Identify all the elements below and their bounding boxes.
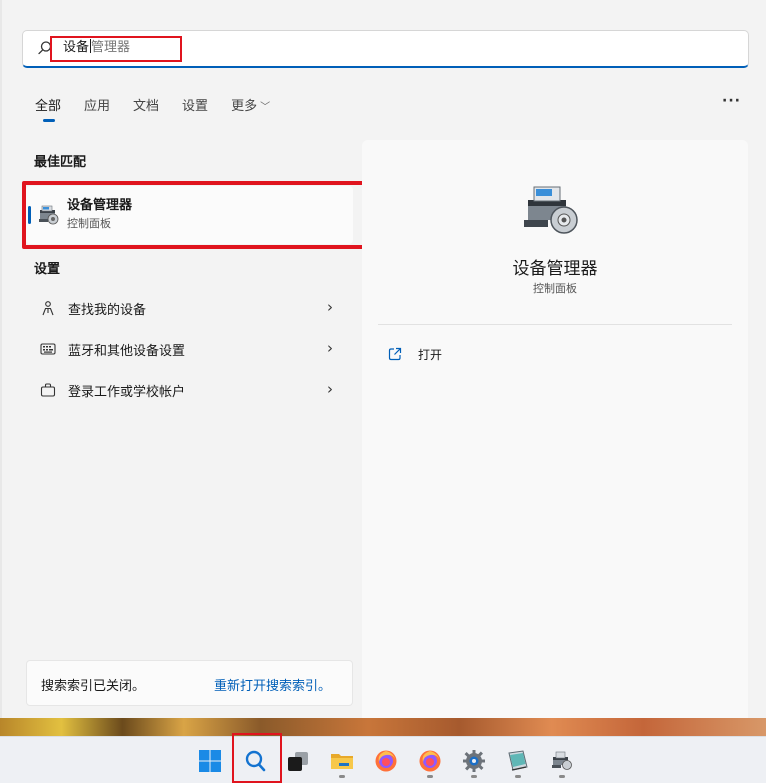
firefox-icon xyxy=(419,750,441,772)
running-indicator xyxy=(559,775,565,778)
taskbar xyxy=(0,736,766,783)
reopen-index-link[interactable]: 重新打开搜索索引。 xyxy=(214,675,331,694)
firefox-button[interactable] xyxy=(368,743,404,779)
tab-settings[interactable]: 设置 xyxy=(182,95,208,115)
setting-bluetooth-devices[interactable]: 蓝牙和其他设备设置 › xyxy=(26,331,353,367)
desktop-wallpaper xyxy=(0,718,766,736)
setting-label: 蓝牙和其他设备设置 xyxy=(68,344,186,359)
setting-work-school-account[interactable]: 登录工作或学校帐户 › xyxy=(26,372,353,408)
detail-subtitle: 控制面板 xyxy=(533,282,577,295)
detail-title: 设备管理器 xyxy=(512,259,598,279)
panel-edge xyxy=(0,0,2,720)
open-action[interactable]: 打开 xyxy=(388,345,588,367)
file-explorer-icon xyxy=(331,754,353,769)
briefcase-icon xyxy=(40,383,56,397)
running-indicator xyxy=(427,775,433,778)
settings-button[interactable] xyxy=(456,743,492,779)
search-highlight-box xyxy=(50,36,182,62)
setting-label: 登录工作或学校帐户 xyxy=(68,385,186,400)
tab-more-label: 更多 xyxy=(231,99,258,114)
notepad-icon xyxy=(508,750,528,771)
detail-divider xyxy=(378,324,732,325)
running-indicator xyxy=(339,775,345,778)
start-button[interactable] xyxy=(192,743,228,779)
tab-more[interactable]: 更多 ﹀ xyxy=(231,95,270,115)
notepad-button[interactable] xyxy=(500,743,536,779)
best-match-highlight-box xyxy=(22,181,370,249)
chevron-right-icon: › xyxy=(327,339,333,357)
running-indicator xyxy=(471,775,477,778)
device-manager-button[interactable] xyxy=(544,743,580,779)
chevron-down-icon: ﹀ xyxy=(260,102,271,113)
setting-label: 查找我的设备 xyxy=(68,303,147,318)
running-indicator xyxy=(515,775,521,778)
keyboard-icon xyxy=(40,343,56,355)
more-options-button[interactable]: ··· xyxy=(722,93,741,109)
tab-all-label: 全部 xyxy=(35,99,62,114)
open-action-label: 打开 xyxy=(418,348,443,362)
device-manager-icon xyxy=(552,751,572,770)
firefox-window-button[interactable] xyxy=(412,743,448,779)
firefox-icon xyxy=(375,750,397,772)
open-external-icon xyxy=(388,347,402,361)
filter-tabs: 全部 应用 文档 设置 更多 ﹀ xyxy=(35,95,293,122)
setting-find-my-device[interactable]: 查找我的设备 › xyxy=(26,290,353,326)
chevron-right-icon: › xyxy=(327,380,333,398)
task-view-button[interactable] xyxy=(280,743,316,779)
device-manager-large-icon xyxy=(524,186,578,234)
tab-documents[interactable]: 文档 xyxy=(133,95,159,115)
tab-settings-label: 设置 xyxy=(182,99,209,114)
location-person-icon xyxy=(42,301,54,316)
detail-pane: 设备管理器 控制面板 打开 xyxy=(362,140,748,740)
task-view-icon xyxy=(288,752,308,771)
tab-documents-label: 文档 xyxy=(133,99,160,114)
search-index-notice: 搜索索引已关闭。 重新打开搜索索引。 xyxy=(26,660,353,706)
chevron-right-icon: › xyxy=(327,298,333,316)
settings-heading: 设置 xyxy=(34,262,61,277)
file-explorer-button[interactable] xyxy=(324,743,360,779)
tab-apps-label: 应用 xyxy=(84,99,111,114)
tab-all[interactable]: 全部 xyxy=(35,95,62,122)
settings-gear-icon xyxy=(463,750,485,772)
index-notice-text: 搜索索引已关闭。 xyxy=(41,679,146,694)
windows-start-icon xyxy=(199,750,221,772)
taskbar-search-highlight-box xyxy=(232,733,282,783)
best-match-heading: 最佳匹配 xyxy=(34,155,87,170)
tab-apps[interactable]: 应用 xyxy=(84,95,110,115)
